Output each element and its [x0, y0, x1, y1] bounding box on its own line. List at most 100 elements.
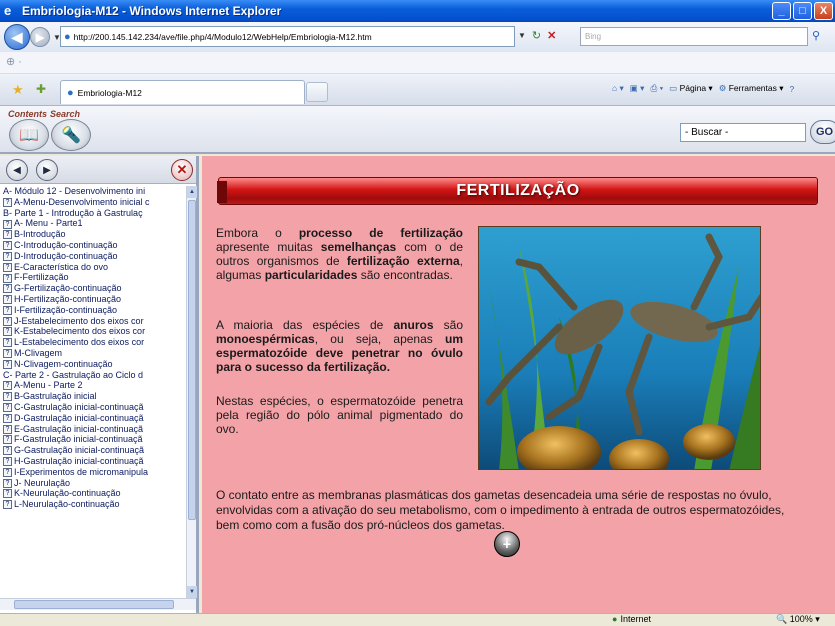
- refresh-icon[interactable]: ↻: [532, 29, 541, 42]
- page-menu[interactable]: ▭ Página ▾: [669, 83, 713, 94]
- toc-topic-item[interactable]: ? J-Estabelecimento dos eixos cor: [0, 316, 186, 327]
- toc-topic-item[interactable]: ? G-Gastrulação inicial-continuaçã: [0, 445, 186, 456]
- topic-page-icon: ?: [3, 489, 12, 499]
- toc-topic-item[interactable]: ? B-Introdução: [0, 229, 186, 240]
- forward-arrow-icon: ▶: [35, 31, 45, 44]
- scroll-thumb[interactable]: [188, 200, 196, 520]
- tools-menu[interactable]: ⚙ Ferramentas ▾: [719, 83, 784, 94]
- globe-icon: ●: [612, 614, 618, 624]
- toc-item-label: D-Gastrulação inicial-continuaçã: [14, 412, 144, 423]
- toc-topic-item[interactable]: ? H-Gastrulação inicial-continuaçã: [0, 456, 186, 467]
- toc-topic-item[interactable]: ? I-Experimentos de micromanipula: [0, 467, 186, 478]
- toc-topic-item[interactable]: ? D-Gastrulação inicial-continuaçã: [0, 413, 186, 424]
- toc-previous-icon[interactable]: ◀: [6, 159, 28, 181]
- toc-topic-item[interactable]: ? E-Gastrulação inicial-continuaçã: [0, 424, 186, 435]
- address-tools: ▼ ↻ ✕: [518, 29, 556, 42]
- home-icon[interactable]: ⌂ ▾: [612, 83, 624, 94]
- address-dropdown-icon[interactable]: ▼: [518, 31, 526, 40]
- toc-topic-item[interactable]: ? H-Fertilização-continuação: [0, 294, 186, 305]
- tab-embriologia[interactable]: ● Embriologia-M12: [60, 80, 305, 104]
- contents-label: Contents: [8, 109, 47, 119]
- content-pane: FERTILIZAÇÃO Embora o processo de fertil…: [202, 156, 835, 613]
- topic-page-icon: ?: [3, 305, 12, 315]
- toc-item-label: N-Clivagem-continuação: [14, 358, 113, 369]
- web-search-icon[interactable]: ⚲: [812, 29, 820, 42]
- toc-topic-item[interactable]: ? A-Menu - Parte 2: [0, 380, 186, 391]
- toc-item-label: E-Característica do ovo: [14, 261, 109, 272]
- toc-vertical-scrollbar[interactable]: ▲ ▼: [186, 186, 197, 598]
- toc-topic-item[interactable]: ? K-Estabelecimento dos eixos cor: [0, 326, 186, 337]
- next-page-plus-icon[interactable]: +: [494, 531, 520, 557]
- search-button[interactable]: Search 🔦: [48, 109, 98, 151]
- address-bar[interactable]: ● http://200.145.142.234/ave/file.php/4/…: [60, 26, 515, 47]
- zoom-label: 100%: [789, 614, 813, 624]
- toc-item-label: A- Módulo 12 - Desenvolvimento ini: [3, 186, 146, 196]
- back-arrow-icon: ◀: [11, 28, 23, 45]
- toc-item-label: A-Menu - Parte 2: [14, 380, 83, 391]
- back-button[interactable]: ◀: [4, 24, 30, 50]
- toc-topic-item[interactable]: ? A-Menu-Desenvolvimento inicial c: [0, 197, 186, 208]
- window-controls: _ □ X: [772, 2, 833, 20]
- search-flashlight-icon: 🔦: [51, 119, 91, 151]
- toc-topic-item[interactable]: ? L-Estabelecimento dos eixos cor: [0, 337, 186, 348]
- toc-topic-item[interactable]: ? F-Gastrulação inicial-continuaçã: [0, 434, 186, 445]
- scroll-up-icon[interactable]: ▲: [187, 186, 197, 198]
- toc-topic-item[interactable]: ? I-Fertilização-continuação: [0, 305, 186, 316]
- hscroll-thumb[interactable]: [14, 600, 174, 609]
- topic-page-icon: ?: [3, 338, 12, 348]
- minimize-button[interactable]: _: [772, 2, 791, 20]
- toc-item-label: J- Neurulação: [14, 477, 71, 488]
- tab-label: Embriologia-M12: [77, 87, 142, 98]
- toc-topic-item[interactable]: ? C-Introdução-continuação: [0, 240, 186, 251]
- toc-book-item[interactable]: A- Módulo 12 - Desenvolvimento ini: [0, 186, 186, 197]
- maximize-button[interactable]: □: [793, 2, 812, 20]
- toc-topic-item[interactable]: ? F-Fertilização: [0, 272, 186, 283]
- scroll-down-icon[interactable]: ▼: [187, 586, 197, 598]
- topic-page-icon: ?: [3, 262, 12, 272]
- toc-close-icon[interactable]: ✕: [171, 159, 193, 181]
- topic-page-icon: ?: [3, 327, 12, 337]
- toc-topic-item[interactable]: ? A- Menu - Parte1: [0, 218, 186, 229]
- web-search-input[interactable]: Bing: [580, 27, 808, 46]
- favorites-star-icon[interactable]: ★: [12, 82, 24, 98]
- topic-page-icon: ?: [3, 197, 12, 207]
- add-favorites-icon[interactable]: ✚: [36, 82, 46, 96]
- toc-topic-item[interactable]: ? B-Gastrulação inicial: [0, 391, 186, 402]
- feeds-icon[interactable]: ▣ ▾: [630, 83, 645, 94]
- toc-item-label: L-Neurulação-continuação: [14, 499, 120, 510]
- help-icon[interactable]: ?: [790, 84, 795, 94]
- frog-image: [479, 227, 760, 469]
- search-label: Search: [50, 109, 81, 119]
- bottom-paragraph: O contato entre as membranas plasmáticas…: [216, 488, 785, 532]
- toc-topic-item[interactable]: ? E-Característica do ovo: [0, 262, 186, 273]
- zoom-level[interactable]: 🔍 100% ▾: [776, 614, 820, 625]
- toc-topic-item[interactable]: ? C-Gastrulação inicial-continuaçã: [0, 402, 186, 413]
- tools-menu-label: Ferramentas ▾: [728, 83, 784, 93]
- stop-icon[interactable]: ✕: [547, 29, 556, 42]
- toc-book-item[interactable]: B- Parte 1 - Introdução à Gastrulaç: [0, 208, 186, 219]
- close-button[interactable]: X: [814, 2, 833, 20]
- toc-item-label: F-Fertilização: [14, 272, 69, 283]
- page-icon: ▭: [669, 83, 678, 93]
- toc-topic-item[interactable]: ? J- Neurulação: [0, 478, 186, 489]
- print-icon[interactable]: ⎙ ▾: [650, 83, 663, 94]
- topic-page-icon: ?: [3, 241, 12, 251]
- toc-item-label: G-Fertilização-continuação: [14, 283, 122, 294]
- toc-item-label: C- Parte 2 - Gastrulação ao Ciclo d: [3, 369, 144, 380]
- toc-horizontal-scrollbar[interactable]: [0, 598, 196, 610]
- toc-topic-item[interactable]: ? D-Introdução-continuação: [0, 251, 186, 262]
- topic-page-icon: ?: [3, 403, 12, 413]
- toc-topic-item[interactable]: ? G-Fertilização-continuação: [0, 283, 186, 294]
- help-search-input[interactable]: - Buscar -: [680, 123, 806, 142]
- toc-topic-item[interactable]: ? L-Neurulação-continuação: [0, 499, 186, 510]
- toc-topic-item[interactable]: ? K-Neurulação-continuação: [0, 488, 186, 499]
- forward-button[interactable]: ▶: [30, 27, 50, 47]
- toc-book-item[interactable]: C- Parte 2 - Gastrulação ao Ciclo d: [0, 370, 186, 381]
- toc-topic-item[interactable]: ? N-Clivagem-continuação: [0, 359, 186, 370]
- toc-next-icon[interactable]: ▶: [36, 159, 58, 181]
- toc-topic-item[interactable]: ? M-Clivagem: [0, 348, 186, 359]
- go-button[interactable]: GO: [810, 120, 835, 144]
- new-tab-button[interactable]: [306, 82, 328, 102]
- address-url[interactable]: http://200.145.142.234/ave/file.php/4/Mo…: [74, 32, 372, 42]
- topic-page-icon: ?: [3, 392, 12, 402]
